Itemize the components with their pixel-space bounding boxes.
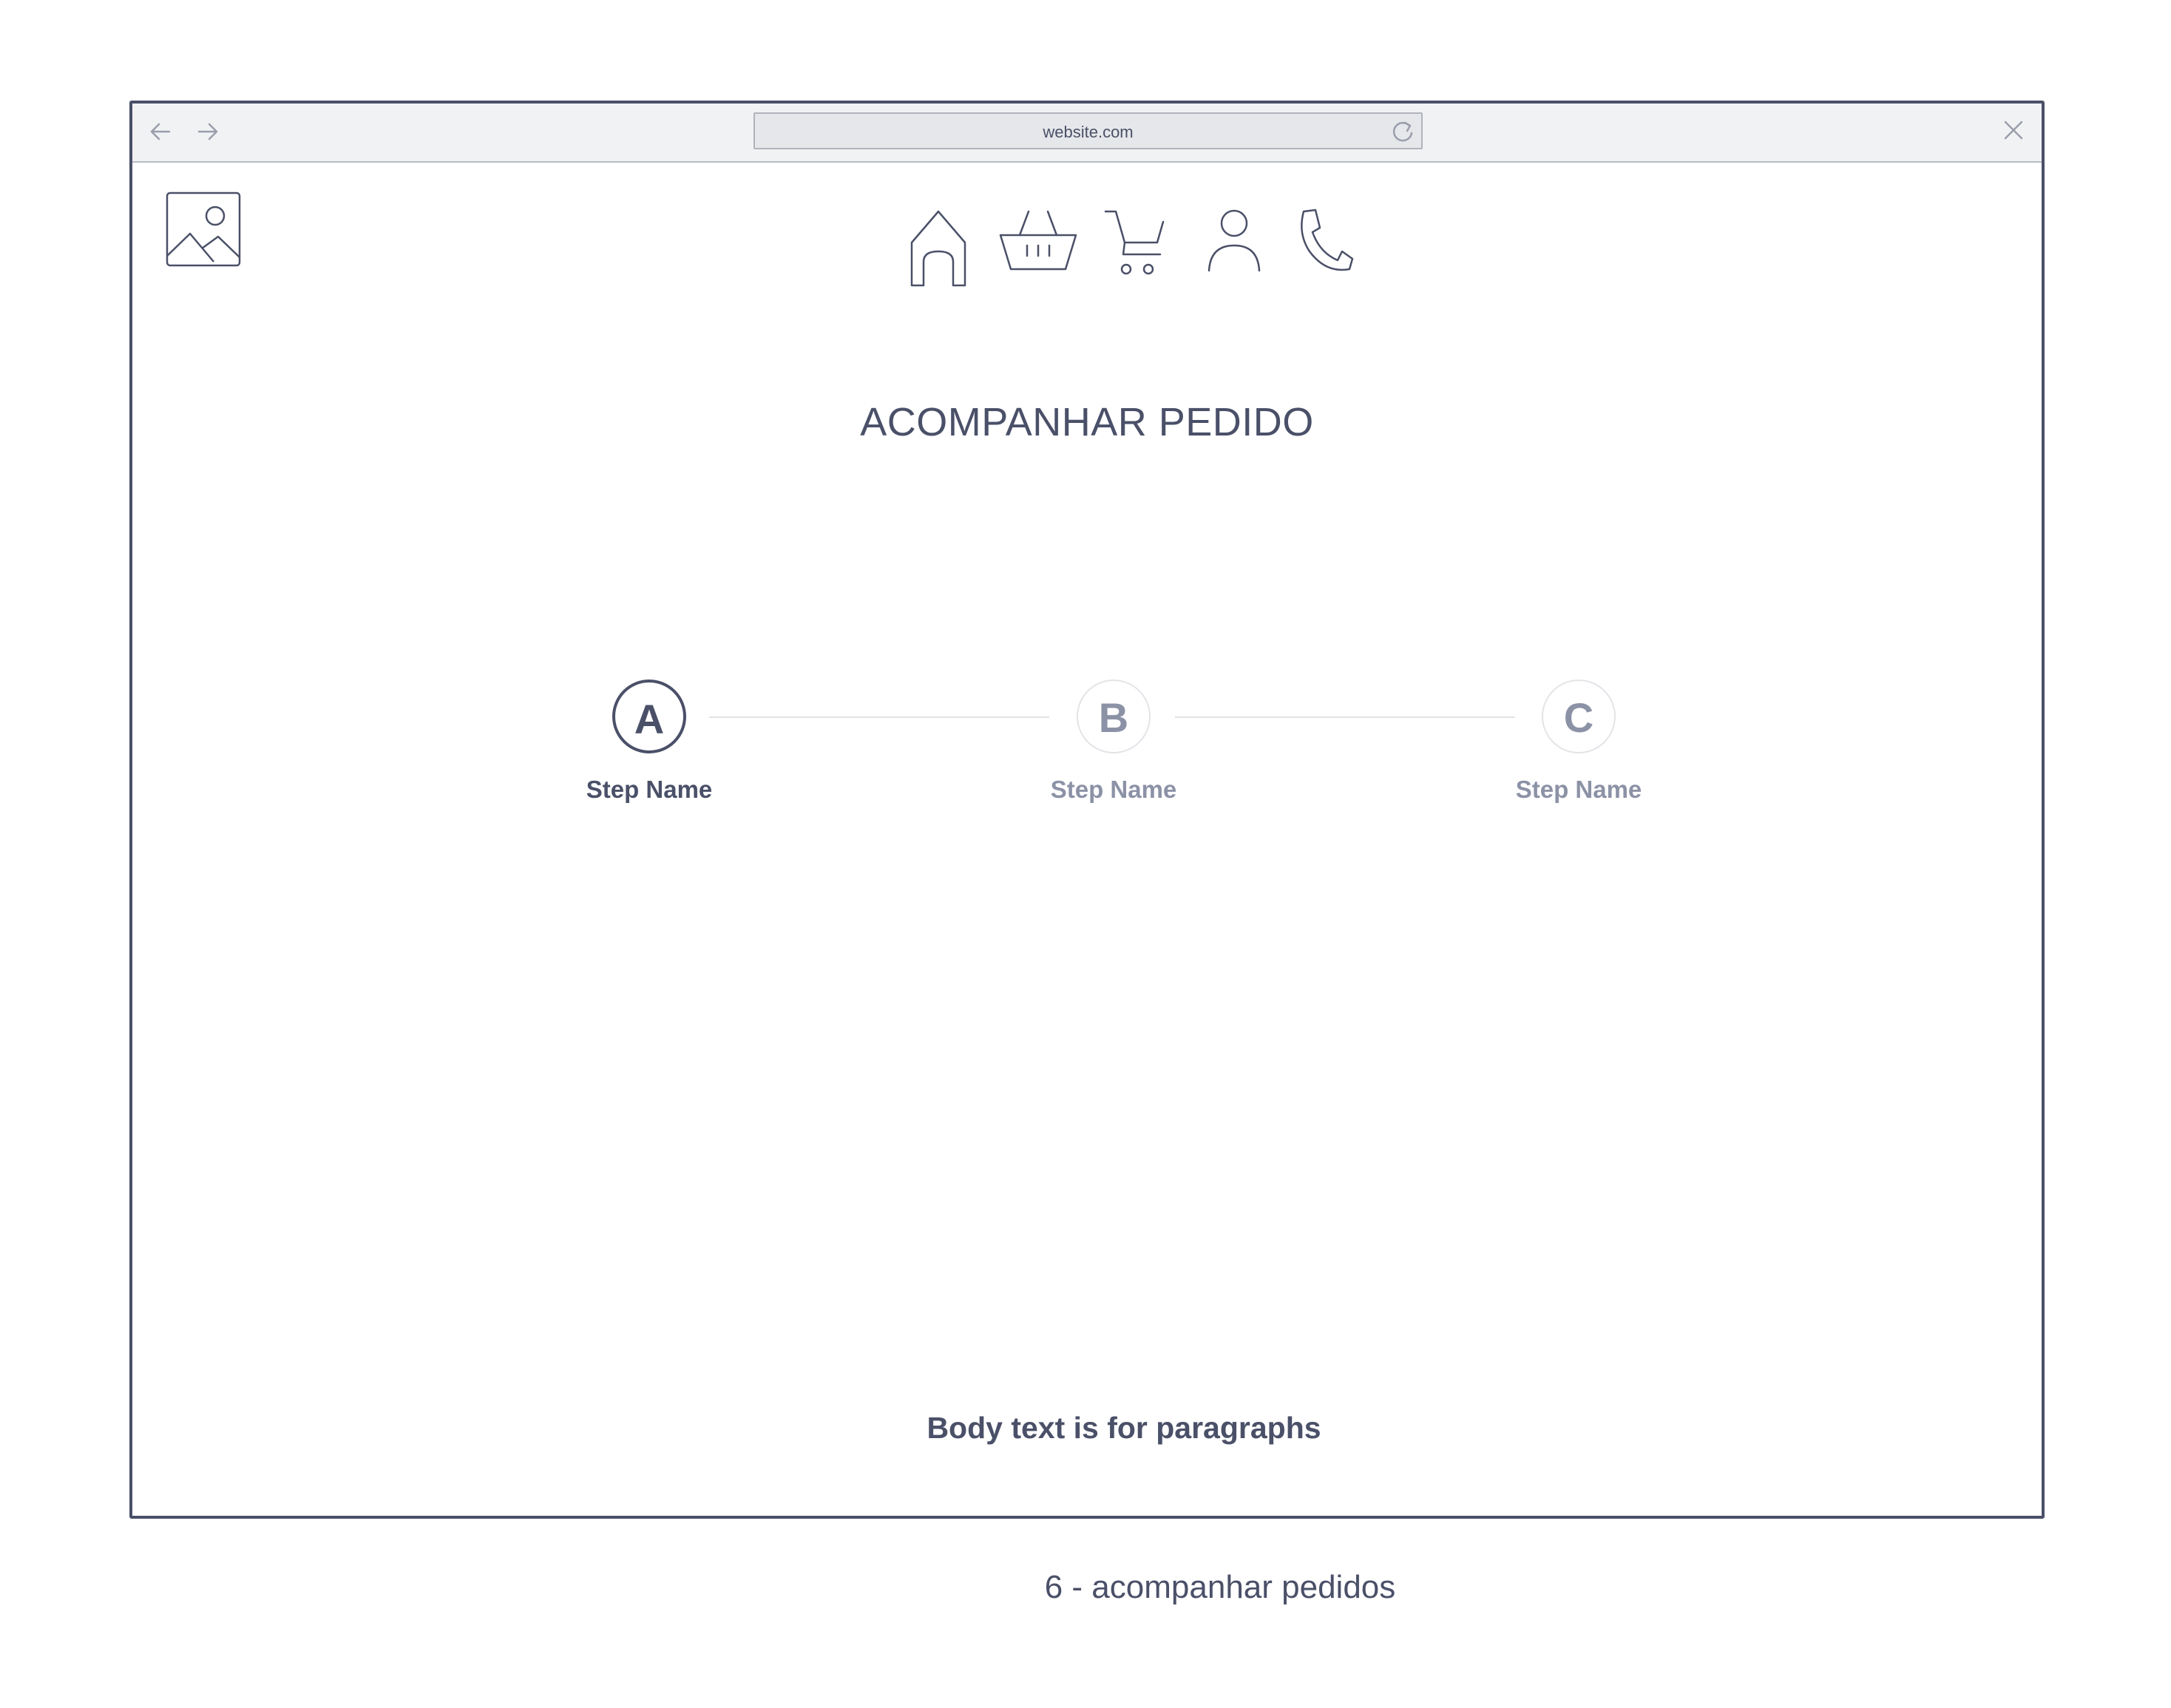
main-nav (909, 207, 1426, 311)
address-bar[interactable]: website.com (753, 112, 1423, 149)
cart-icon[interactable] (1103, 207, 1169, 285)
phone-icon[interactable] (1296, 207, 1355, 277)
step-circle: C (1542, 680, 1616, 753)
step-c[interactable]: C Step Name (1497, 680, 1660, 804)
step-label: Step Name (1515, 776, 1642, 803)
browser-toolbar: website.com (132, 104, 2042, 163)
wireframe-caption: 6 - acompanhar pedidos (1044, 1569, 1396, 1605)
back-arrow-icon[interactable] (146, 117, 175, 146)
home-icon[interactable] (909, 207, 968, 292)
body-paragraph: Body text is for paragraphs (927, 1411, 1321, 1445)
user-icon[interactable] (1205, 207, 1264, 277)
reload-icon[interactable] (1387, 117, 1417, 146)
step-b[interactable]: B Step Name (1032, 680, 1195, 804)
basket-icon[interactable] (998, 207, 1079, 277)
step-a[interactable]: A Step Name (568, 680, 731, 804)
page-title: ACOMPANHAR PEDIDO (860, 400, 1314, 444)
step-connector (709, 716, 1049, 718)
step-label: Step Name (586, 776, 713, 803)
step-circle: B (1077, 680, 1151, 753)
step-circle: A (612, 680, 686, 753)
forward-arrow-icon[interactable] (193, 117, 223, 146)
step-connector (1175, 716, 1515, 718)
step-label: Step Name (1050, 776, 1177, 803)
browser-window: website.com ACOMPANHAR PEDIDO A Step Nam… (129, 101, 2045, 1519)
logo-image-placeholder-icon[interactable] (165, 191, 242, 268)
close-icon[interactable] (2000, 117, 2027, 143)
url-text: website.com (1043, 123, 1134, 141)
